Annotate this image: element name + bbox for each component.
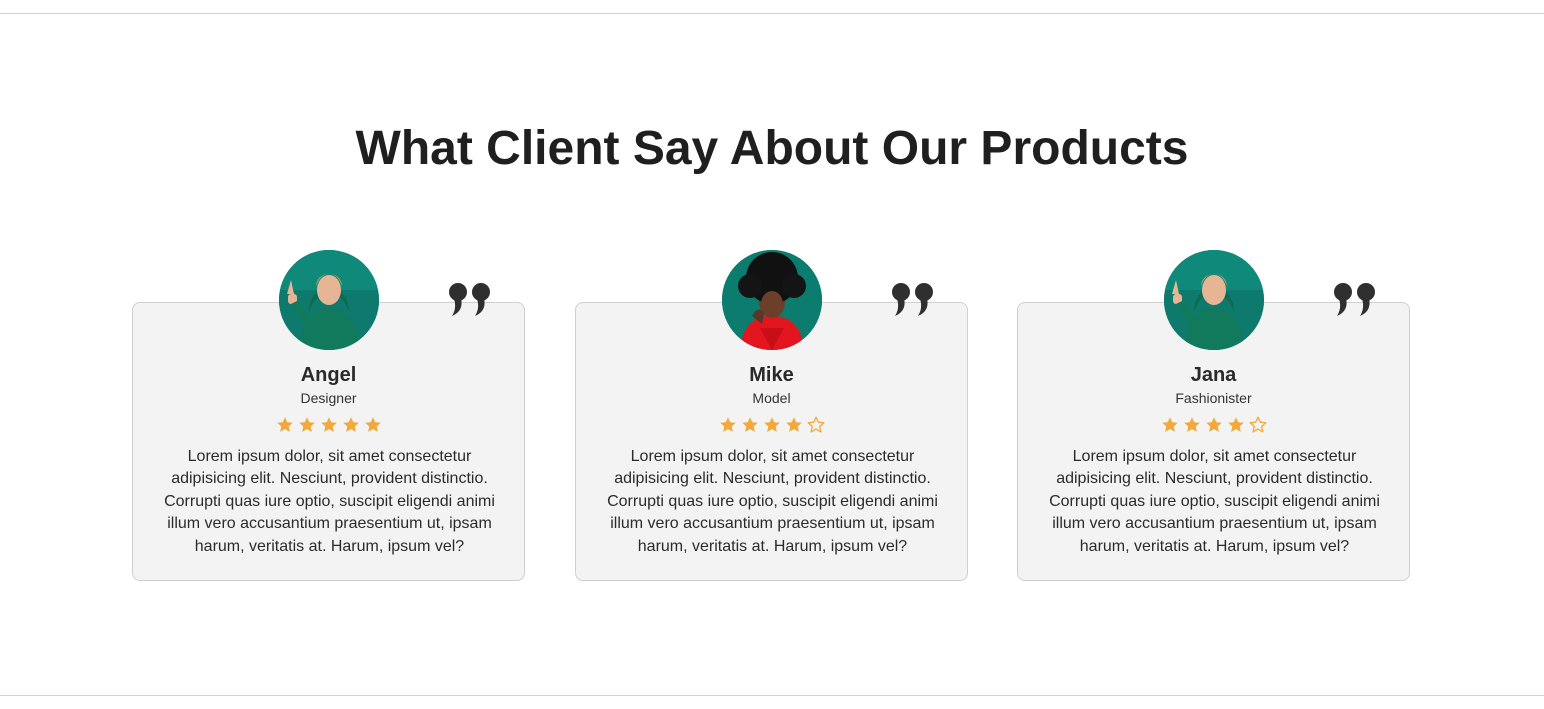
client-role: Model <box>752 390 791 406</box>
top-divider <box>0 13 1544 14</box>
star-filled-icon <box>298 416 316 434</box>
star-rating <box>133 416 524 434</box>
quote-icon <box>891 281 939 317</box>
client-name: Mike <box>749 364 794 386</box>
star-rating <box>576 416 967 434</box>
star-filled-icon <box>1183 416 1201 434</box>
star-rating <box>1018 416 1409 434</box>
testimonial-text: Lorem ipsum dolor, sit amet consectetur … <box>607 448 938 555</box>
star-filled-icon <box>741 416 759 434</box>
testimonial-text: Lorem ipsum dolor, sit amet consectetur … <box>1049 448 1380 555</box>
star-filled-icon <box>1161 416 1179 434</box>
star-filled-icon <box>763 416 781 434</box>
woman-green-hoodie-avatar-icon <box>1164 250 1264 350</box>
star-filled-icon <box>785 416 803 434</box>
bottom-divider <box>0 695 1544 696</box>
testimonial-card: Angel Designer Lorem ipsum dolor, sit am… <box>132 250 525 581</box>
star-filled-icon <box>1227 416 1245 434</box>
star-filled-icon <box>320 416 338 434</box>
star-filled-icon <box>364 416 382 434</box>
woman-green-hoodie-avatar-icon <box>279 250 379 350</box>
client-name: Jana <box>1190 364 1237 386</box>
avatar <box>1164 250 1264 350</box>
quote-icon <box>1333 281 1381 317</box>
avatar <box>279 250 379 350</box>
client-name: Angel <box>300 364 357 386</box>
quote-icon <box>448 281 496 317</box>
avatar <box>722 250 822 350</box>
section-heading: What Client Say About Our Products <box>355 122 1189 175</box>
testimonial-text: Lorem ipsum dolor, sit amet consectetur … <box>164 448 495 555</box>
testimonials-section: What Client Say About Our Products Angel… <box>0 0 1544 709</box>
man-afro-red-hoodie-avatar-icon <box>722 250 822 350</box>
client-role: Fashionister <box>1175 390 1252 406</box>
client-role: Designer <box>300 390 357 406</box>
testimonial-card: Jana Fashionister Lorem ipsum dolor, sit… <box>1017 250 1410 581</box>
star-filled-icon <box>276 416 294 434</box>
star-outline-icon <box>1249 416 1267 434</box>
star-filled-icon <box>342 416 360 434</box>
star-filled-icon <box>719 416 737 434</box>
star-outline-icon <box>807 416 825 434</box>
star-filled-icon <box>1205 416 1223 434</box>
testimonial-card: Mike Model Lorem ipsum dolor, sit amet c… <box>575 250 968 581</box>
